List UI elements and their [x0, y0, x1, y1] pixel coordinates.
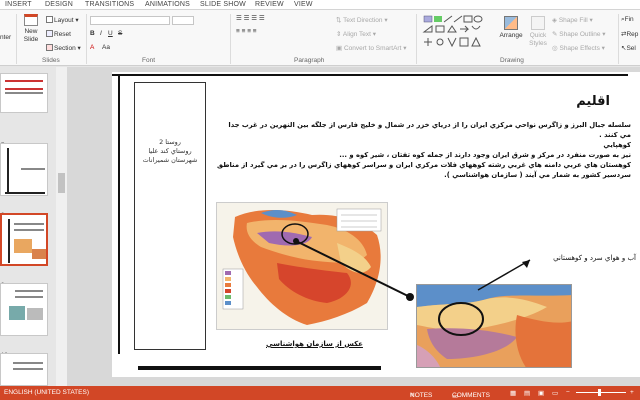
font-name-combo[interactable]	[90, 16, 170, 25]
scrollbar-thumb[interactable]	[58, 173, 65, 193]
paragraph-group-label: Paragraph	[294, 57, 325, 64]
slide-thumbnail[interactable]	[0, 73, 48, 113]
zoom-out-icon[interactable]: −	[566, 389, 570, 396]
tab-animations[interactable]: ANIMATIONS	[145, 1, 190, 8]
replace-button[interactable]: ⇄Rep	[621, 30, 638, 38]
status-bar: ENGLISH (UNITED STATES) ≡ NOTES ▭ COMMEN…	[0, 386, 640, 400]
layout-icon	[46, 16, 53, 23]
zoom-slider-thumb[interactable]	[598, 389, 601, 396]
arrange-icon	[504, 16, 518, 30]
font-group-label: Font	[142, 57, 156, 64]
reset-icon	[46, 30, 53, 37]
tab-review[interactable]: REVIEW	[255, 1, 284, 8]
frame-line-left	[118, 76, 120, 354]
shape-fill-button[interactable]: ◈ Shape Fill ▾	[552, 16, 593, 24]
font-color-button[interactable]: A	[90, 44, 94, 51]
callout-text[interactable]: آب و هواي سرد و كوهستاني	[532, 254, 636, 262]
village-info-box[interactable]: روستا 2 روستاي كند عليا شهرستان شميرانات	[134, 82, 206, 350]
box-line-1: روستا 2	[159, 138, 181, 146]
zoom-in-icon[interactable]: +	[630, 389, 634, 396]
convert-smartart-button[interactable]: ▣ Convert to SmartArt ▾	[336, 44, 406, 52]
shape-effects-button[interactable]: ◎ Shape Effects ▾	[552, 44, 605, 52]
font-size-combo[interactable]	[172, 16, 194, 25]
tab-transitions[interactable]: TRANSITIONS	[85, 1, 134, 8]
slide-sorter-icon[interactable]: ▤	[524, 389, 530, 397]
slide[interactable]: روستا 2 روستاي كند عليا شهرستان شميرانات…	[112, 72, 640, 377]
align-buttons[interactable]: ≡ ≡ ≡ ≡	[236, 28, 257, 35]
body-line-2: کوهپايي	[603, 141, 631, 149]
body-line-3: نيز به صورت منفرد در مرکز و شرق ايران وج…	[339, 151, 631, 159]
tab-insert[interactable]: INSERT	[5, 1, 32, 8]
arrange-button[interactable]: Arrange	[498, 16, 524, 40]
slide-thumbnail-active[interactable]	[0, 213, 48, 266]
find-button[interactable]: ⌕Fin	[621, 16, 634, 24]
slideshow-view-icon[interactable]: ▭	[552, 389, 558, 397]
frame-line-top	[112, 74, 628, 76]
frame-line-bottom	[138, 366, 381, 370]
quick-styles-icon	[531, 16, 545, 30]
box-line-3: شهرستان شميرانات	[142, 156, 198, 164]
pointer-arrow	[293, 238, 414, 301]
align-text-button[interactable]: ⇕ Align Text ▾	[336, 30, 376, 38]
body-line-1: سلسله جبال البرز و زاگرس نواحي مرکزي اير…	[228, 121, 631, 139]
map-caption[interactable]: عكس از سازمان هواشناسي	[266, 340, 363, 348]
paste-button-label[interactable]: nter	[0, 34, 11, 41]
shapes-gallery[interactable]	[422, 14, 494, 54]
tab-view[interactable]: VIEW	[294, 1, 313, 8]
smartart-icon: ▣	[336, 45, 344, 52]
language-indicator[interactable]: ENGLISH (UNITED STATES)	[4, 389, 89, 396]
slide-body-text[interactable]: سلسله جبال البرز و زاگرس نواحي مرکزي اير…	[216, 120, 631, 180]
slide-thumbnail[interactable]	[0, 283, 48, 336]
zoomed-region-drawing	[417, 285, 571, 367]
box-line-2: روستاي كند عليا	[148, 147, 192, 155]
select-button[interactable]: ↖Sel	[621, 44, 636, 52]
reading-view-icon[interactable]: ▣	[538, 389, 544, 397]
tab-design[interactable]: DESIGN	[45, 1, 73, 8]
tab-slide-show[interactable]: SLIDE SHOW	[200, 1, 246, 8]
thumbnails-scrollbar[interactable]	[56, 67, 67, 386]
slide-thumbnail[interactable]	[0, 143, 48, 196]
ribbon: nter New Slide Layout ▾ Reset Section ▾ …	[0, 10, 640, 66]
align-text-icon: ⇕	[336, 31, 343, 38]
body-line-4: کوهستان هاي عربي دامنه هاي غربي رشته کوه…	[216, 161, 631, 169]
text-direction-button[interactable]: ⇅ Text Direction ▾	[336, 16, 388, 24]
zoomed-region-image[interactable]	[416, 284, 572, 368]
normal-view-icon[interactable]: ▦	[510, 389, 516, 397]
clear-formatting-button[interactable]: Aa	[102, 44, 110, 51]
new-slide-button[interactable]: New Slide	[20, 14, 42, 44]
section-button[interactable]: Section ▾	[46, 44, 81, 52]
slide-title[interactable]: اقليم	[576, 94, 610, 109]
zoom-slider[interactable]	[576, 392, 626, 393]
paint-bucket-icon: ◈	[552, 17, 559, 24]
slide-thumbnail[interactable]	[0, 353, 48, 386]
slide-canvas: روستا 2 روستاي كند عليا شهرستان شميرانات…	[67, 67, 640, 386]
body-line-5: سردسير کشور به شمار مي آيند ( سازمان هوا…	[444, 171, 631, 179]
section-icon	[46, 44, 53, 51]
italic-button[interactable]: I	[100, 30, 102, 37]
shapes-gallery-icon	[422, 15, 483, 48]
new-slide-icon	[24, 14, 38, 26]
slides-group-label: Slides	[42, 57, 60, 64]
layout-button[interactable]: Layout ▾	[46, 16, 79, 24]
reset-button[interactable]: Reset	[46, 30, 71, 38]
drawing-group-label: Drawing	[500, 57, 524, 64]
shape-outline-button[interactable]: ✎ Shape Outline ▾	[552, 30, 606, 38]
bullets-button[interactable]: ☰ ☰ ☰ ☰	[236, 14, 265, 22]
quick-styles-button[interactable]: Quick Styles	[526, 16, 550, 48]
strikethrough-button[interactable]: S	[118, 30, 122, 37]
bold-button[interactable]: B	[90, 30, 95, 37]
ribbon-tabs: INSERT DESIGN TRANSITIONS ANIMATIONS SLI…	[0, 0, 640, 10]
underline-button[interactable]: U	[108, 30, 113, 37]
